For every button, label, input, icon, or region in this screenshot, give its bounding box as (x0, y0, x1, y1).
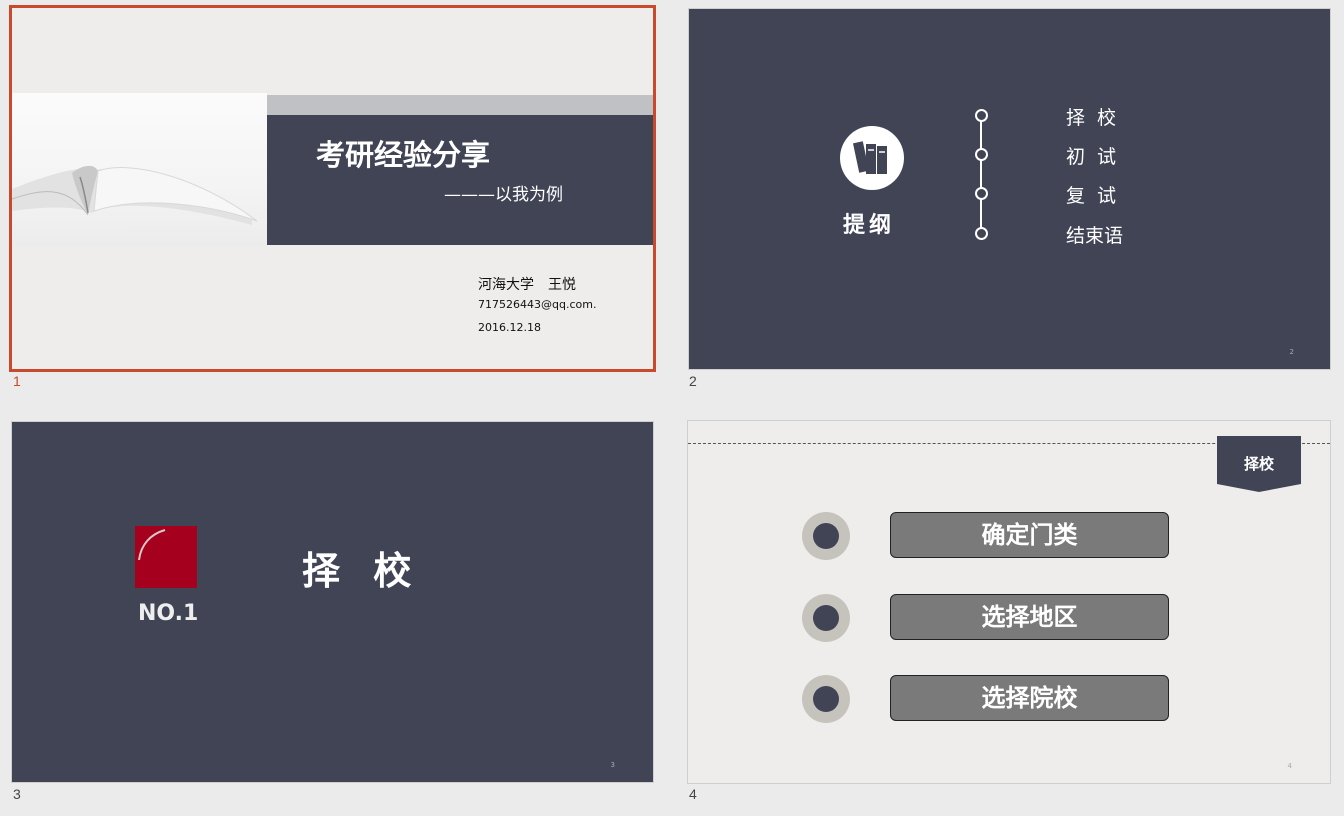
bullet-circle (802, 512, 850, 560)
slide-title: 考研经验分享 (316, 138, 491, 172)
outline-item: 复 试 (1066, 185, 1120, 207)
slide-number-2: 2 (689, 373, 697, 389)
slide-number-1: 1 (13, 373, 21, 389)
timeline-node (975, 227, 988, 240)
timeline-node (975, 148, 988, 161)
books-icon (840, 126, 904, 190)
section-tag-label: 择校 (1243, 455, 1274, 473)
author-email: 717526443@qq.com. (478, 298, 597, 311)
outline-heading: 提纲 (843, 213, 896, 238)
outline-item: 结束语 (1066, 225, 1124, 247)
outline-item: 初 试 (1066, 146, 1120, 168)
outline-item: 择 校 (1066, 107, 1120, 129)
author-name: 河海大学 王悦 (478, 277, 576, 293)
page-number: 2 (1289, 348, 1294, 356)
slide-number-4: 4 (689, 786, 697, 802)
topic-box: 选择院校 (890, 675, 1169, 721)
section-marker-square (135, 526, 197, 588)
timeline-line (980, 115, 982, 233)
timeline-node (975, 109, 988, 122)
slide-thumbnail-2[interactable]: 提纲 择 校 初 试 复 试 结束语 2 (688, 8, 1331, 370)
presentation-date: 2016.12.18 (478, 321, 541, 334)
slide-thumbnail-4[interactable]: 择校 确定门类 选择地区 选择院校 4 (687, 420, 1331, 784)
page-number: 4 (1287, 762, 1292, 770)
topic-box: 确定门类 (890, 512, 1169, 558)
open-book-image (12, 93, 267, 247)
title-accent-bar (267, 95, 653, 115)
topic-box: 选择地区 (890, 594, 1169, 640)
bullet-circle (802, 675, 850, 723)
section-title: 择 校 (302, 549, 422, 593)
slide-number-3: 3 (13, 786, 21, 802)
slide-thumbnail-1[interactable]: 考研经验分享 ———以我为例 河海大学 王悦 717526443@qq.com.… (9, 5, 656, 372)
slide-thumbnail-3[interactable]: NO.1 择 校 3 (11, 421, 654, 783)
timeline-node (975, 187, 988, 200)
bullet-circle (802, 594, 850, 642)
section-label: NO.1 (138, 601, 199, 626)
slide-subtitle: ———以我为例 (444, 185, 563, 205)
page-number: 3 (610, 761, 615, 769)
